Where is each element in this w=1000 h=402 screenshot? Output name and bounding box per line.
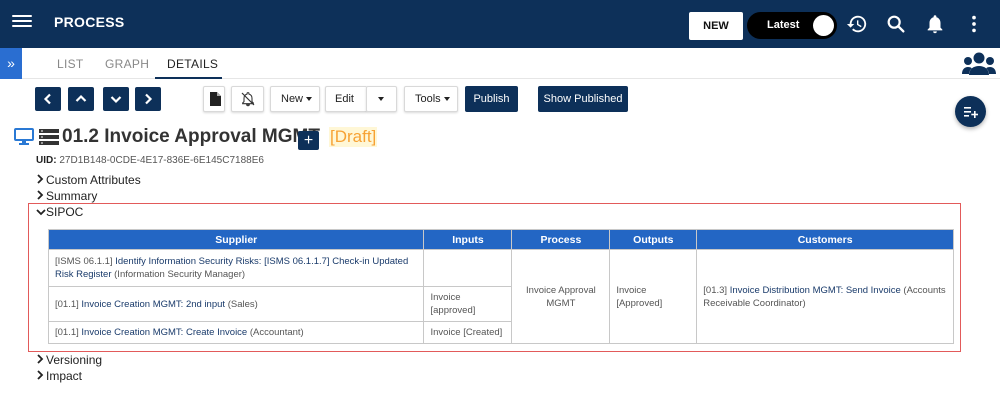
process-stack-icon [39,129,59,145]
section-versioning[interactable]: Versioning [36,353,102,367]
sipoc-table: Supplier Inputs Process Outputs Customer… [47,229,954,344]
history-icon[interactable] [846,13,868,35]
latest-toggle[interactable]: Latest [747,12,837,39]
users-group-icon[interactable] [962,51,996,77]
supplier-cell: [01.1] Invoice Creation MGMT: 2nd input … [47,286,425,322]
caret-down-icon [306,97,313,102]
uid-label: UID: [36,155,57,166]
section-summary[interactable]: Summary [36,189,97,203]
customer-link[interactable]: Invoice Distribution MGMT: Send Invoice [730,285,901,296]
search-icon[interactable] [885,13,907,35]
page-title: 01.2 Invoice Approval MGMT [62,126,320,147]
supplier-prefix: [01.1] [55,327,79,338]
uid-value: 27D1B148-0CDE-4E17-836E-6E145C7188E6 [59,155,264,166]
process-cell: Invoice Approval MGMT [511,249,611,344]
previous-button[interactable] [35,87,61,111]
tab-list[interactable]: LIST [57,57,84,71]
section-label: Summary [46,189,98,203]
column-header-supplier: Supplier [47,229,425,250]
more-vertical-icon[interactable] [963,13,985,35]
section-custom-attributes[interactable]: Custom Attributes [36,173,141,187]
customer-prefix: [01.3] [703,284,728,296]
top-app-bar: PROCESS NEW Latest [0,0,1000,48]
supplier-link[interactable]: Invoice Creation MGMT: Create Invoice [81,327,247,338]
edit-dropdown-toggle[interactable] [366,86,397,112]
chevron-down-icon [110,96,122,104]
new-button[interactable]: NEW [689,12,743,40]
supplier-link[interactable]: Invoice Creation MGMT: 2nd input [81,299,225,310]
document-icon [210,92,221,106]
edit-button[interactable]: Edit [325,86,367,112]
chevron-right-icon [36,353,46,367]
chevron-right-icon [36,173,46,187]
expand-sidebar-icon[interactable]: » [0,48,22,79]
column-header-customers: Customers [696,229,954,250]
caret-down-icon [443,97,450,102]
chevron-right-icon [36,369,46,383]
chevron-right-icon [36,189,46,203]
new-dropdown-label: New [281,93,304,105]
document-button[interactable] [203,86,225,112]
bell-off-icon [241,92,255,107]
new-dropdown-button[interactable]: New [270,86,320,112]
input-cell [423,249,513,287]
output-cell: Invoice [Approved] [609,249,698,344]
supplier-cell: [01.1] Invoice Creation MGMT: Create Inv… [47,321,425,344]
toggle-knob [813,15,834,36]
notifications-bell-icon[interactable] [924,13,946,35]
column-header-inputs: Inputs [423,229,513,250]
column-header-process: Process [511,229,611,250]
caret-down-icon [378,97,384,102]
show-published-button[interactable]: Show Published [538,86,628,112]
chevron-left-icon [43,93,51,105]
section-label: Versioning [46,353,103,367]
customer-cell: [01.3] Invoice Distribution MGMT: Send I… [696,249,954,344]
supplier-prefix: [ISMS 06.1.1] [55,256,113,267]
next-button[interactable] [135,87,161,111]
uid-line: UID: 27D1B148-0CDE-4E17-836E-6E145C7188E… [36,155,264,166]
section-impact[interactable]: Impact [36,369,82,383]
section-label: Impact [46,369,83,383]
status-badge: [Draft] [329,127,378,147]
publish-button[interactable]: Publish [465,86,518,112]
supplier-role: (Accountant) [249,327,304,338]
supplier-cell: [ISMS 06.1.1] Identify Information Secur… [47,249,425,287]
latest-toggle-label: Latest [767,19,800,31]
input-cell: Invoice [Created] [423,321,513,344]
chevron-right-icon [145,93,153,105]
tab-details[interactable]: DETAILS [167,57,218,71]
add-button[interactable]: + [298,131,319,150]
section-label: Custom Attributes [46,173,141,187]
tools-label: Tools [415,93,441,105]
move-down-button[interactable] [103,87,129,111]
playlist-add-icon [964,107,978,118]
floating-action-button[interactable] [955,96,986,127]
tab-bar [0,48,1000,79]
supplier-role: (Information Security Manager) [114,269,246,280]
notifications-off-button[interactable] [231,86,264,112]
input-cell: Invoice [approved] [423,286,513,322]
supplier-role: (Sales) [227,298,258,310]
desktop-monitor-icon [14,128,34,145]
app-title: PROCESS [54,14,125,30]
tab-graph[interactable]: GRAPH [105,57,149,71]
column-header-outputs: Outputs [609,229,698,250]
table-row: [ISMS 06.1.1] Identify Information Secur… [47,249,954,344]
active-tab-indicator [155,77,222,79]
supplier-prefix: [01.1] [55,298,79,310]
edit-label: Edit [335,93,354,105]
table-header-row: Supplier Inputs Process Outputs Customer… [47,229,954,250]
tools-dropdown-button[interactable]: Tools [404,86,458,112]
move-up-button[interactable] [68,87,94,111]
hamburger-menu-icon[interactable] [12,12,32,32]
chevron-up-icon [75,94,87,102]
